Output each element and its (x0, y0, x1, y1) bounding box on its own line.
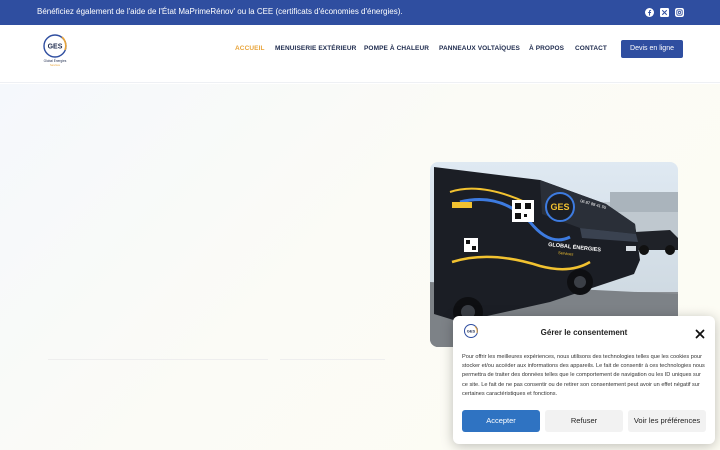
announcement-bar: Bénéficiez également de l'aide de l'État… (0, 0, 720, 25)
svg-text:GES: GES (48, 44, 63, 51)
quote-button[interactable]: Devis en ligne (621, 40, 683, 58)
consent-description: Pour offrir les meilleures expériences, … (462, 354, 705, 397)
nav-item-contact[interactable]: CONTACT (575, 45, 607, 59)
site-header: GES Global Énergies Services ACCUEIL MEN… (0, 25, 720, 83)
nav-item-panneaux[interactable]: PANNEAUX VOLTAÏQUES (439, 45, 520, 59)
cookie-consent-dialog: GES Gérer le consentement Pour offrir le… (453, 316, 715, 444)
nav-item-pompe-a-chaleur[interactable]: POMPE À CHALEUR (364, 45, 429, 59)
nav-item-menuiserie[interactable]: MENUISERIE EXTÉRIEUR (275, 45, 356, 59)
announcement-text: Bénéficiez également de l'aide de l'État… (37, 7, 403, 16)
nav-item-a-propos[interactable]: À PROPOS (529, 45, 564, 59)
divider (280, 359, 385, 360)
svg-text:Services: Services (50, 63, 61, 67)
refuse-button[interactable]: Refuser (545, 410, 623, 432)
svg-text:GES: GES (550, 202, 569, 212)
nav-item-accueil[interactable]: ACCUEIL (235, 45, 265, 59)
instagram-icon[interactable] (675, 8, 684, 17)
facebook-icon[interactable] (645, 8, 654, 17)
svg-text:Global Énergies: Global Énergies (44, 58, 67, 63)
company-logo[interactable]: GES Global Énergies Services (40, 32, 74, 68)
x-twitter-icon[interactable] (660, 8, 669, 17)
consent-title: Gérer le consentement (540, 328, 628, 337)
close-icon[interactable] (695, 326, 705, 339)
divider (48, 359, 268, 360)
preferences-button[interactable]: Voir les préférences (628, 410, 706, 432)
accept-button[interactable]: Accepter (462, 410, 540, 432)
